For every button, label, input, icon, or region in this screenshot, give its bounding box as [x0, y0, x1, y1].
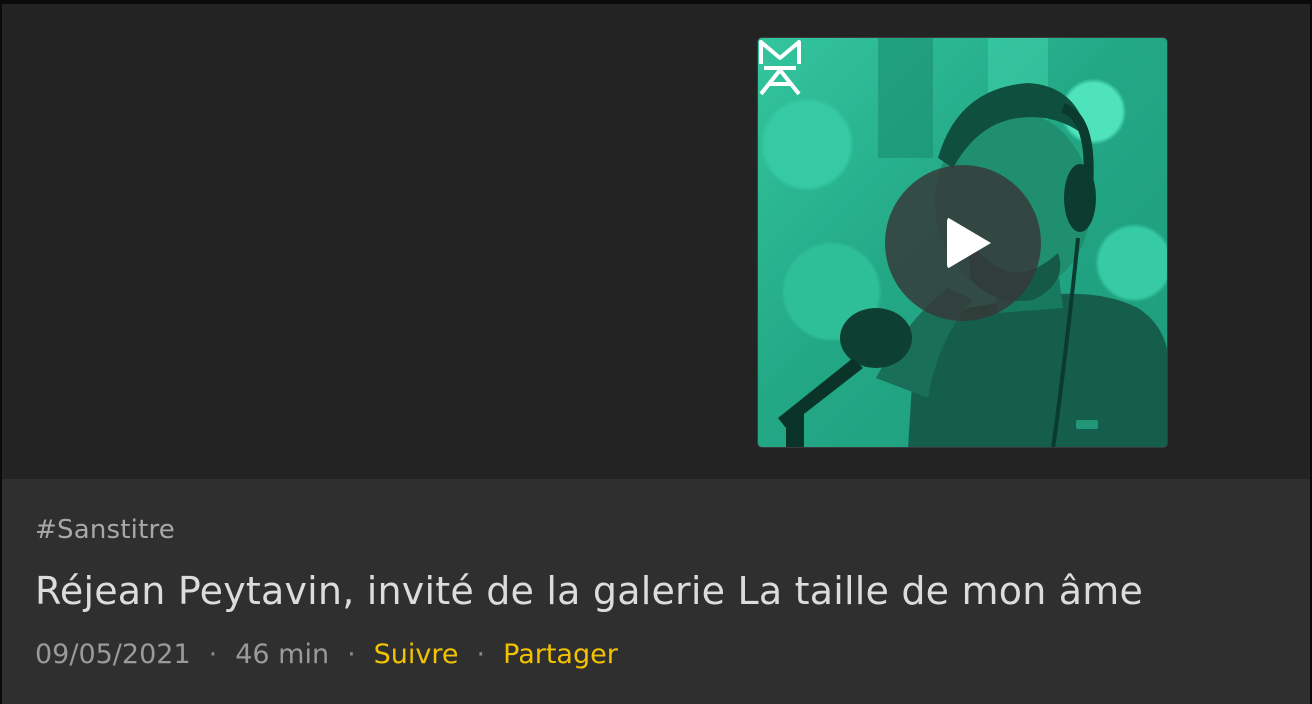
share-link[interactable]: Partager [503, 639, 618, 670]
episode-tag[interactable]: #Sanstitre [35, 515, 175, 545]
play-button[interactable] [885, 165, 1041, 321]
episode-cover-image [757, 37, 1168, 448]
cover-area [2, 4, 1310, 479]
episode-info: #Sanstitre Réjean Peytavin, invité de la… [2, 479, 1310, 704]
ma-logo-icon [759, 40, 801, 96]
podcast-player: #Sanstitre Réjean Peytavin, invité de la… [0, 0, 1312, 704]
meta-separator: · [476, 639, 486, 670]
episode-meta: 09/05/2021 · 46 min · Suivre · Partager [35, 639, 618, 670]
follow-link[interactable]: Suivre [374, 639, 459, 670]
play-icon [947, 217, 991, 269]
meta-separator: · [347, 639, 356, 670]
meta-separator: · [208, 639, 218, 670]
episode-date: 09/05/2021 [35, 639, 191, 670]
episode-duration: 46 min [235, 639, 330, 670]
episode-title: Réjean Peytavin, invité de la galerie La… [35, 569, 1144, 613]
